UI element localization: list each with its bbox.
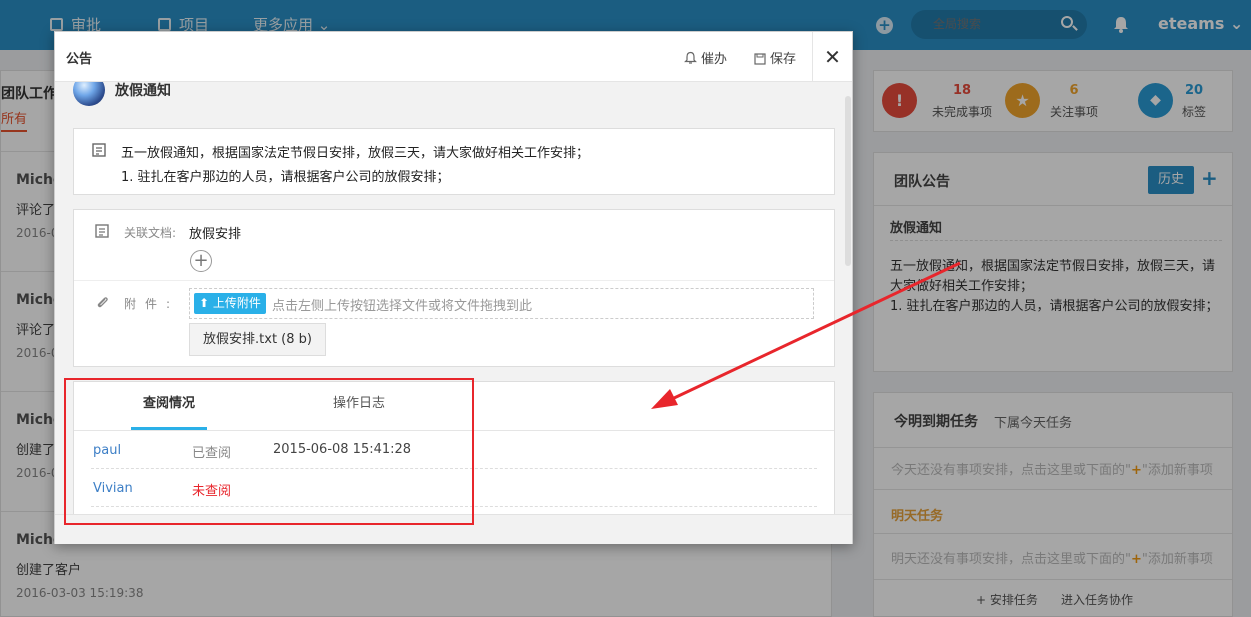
attachments-card: 关联文档: 放假安排 + 附件: ⬆ 上传附件 点击左侧上传按钮选择文件或将文件… — [73, 209, 835, 367]
related-doc-label: 关联文档: — [124, 226, 177, 240]
paperclip-icon — [97, 297, 108, 308]
save-icon — [754, 53, 766, 65]
upload-button[interactable]: ⬆ 上传附件 — [194, 293, 266, 314]
edit-note-icon — [92, 143, 106, 157]
upload-hint: 点击左侧上传按钮选择文件或将文件拖拽到此 — [272, 299, 533, 314]
dialog-title: 公告 — [66, 52, 93, 67]
bell-icon — [684, 51, 697, 64]
upload-drop-zone[interactable]: ⬆ 上传附件 点击左侧上传按钮选择文件或将文件拖拽到此 — [189, 288, 814, 319]
dialog-header: 公告 催办 保存 ✕ — [55, 32, 852, 82]
remind-button[interactable]: 催办 — [684, 48, 727, 67]
add-related-doc-button[interactable]: + — [190, 250, 212, 272]
dialog-scrollbar[interactable] — [845, 96, 851, 266]
content-line: 五一放假通知，根据国家法定节假日安排，放假三天，请大家做好相关工作安排； — [121, 146, 590, 161]
document-icon — [95, 224, 109, 238]
content-line: 1. 驻扎在客户那边的人员，请根据客户公司的放假安排； — [121, 170, 450, 185]
divider — [74, 280, 834, 281]
close-button[interactable]: ✕ — [812, 32, 852, 82]
content-card: 五一放假通知，根据国家法定节假日安排，放假三天，请大家做好相关工作安排； 1. … — [73, 128, 835, 195]
announcement-title: 放假通知 — [115, 83, 171, 99]
attached-file[interactable]: 放假安排.txt (8 b) — [189, 323, 326, 356]
save-button[interactable]: 保存 — [754, 48, 796, 67]
highlight-box — [64, 378, 474, 525]
announcement-avatar-icon — [73, 82, 105, 106]
upload-icon: ⬆ — [199, 296, 213, 310]
related-doc-link[interactable]: 放假安排 — [189, 223, 241, 242]
attachment-label: 附件: — [124, 297, 180, 311]
